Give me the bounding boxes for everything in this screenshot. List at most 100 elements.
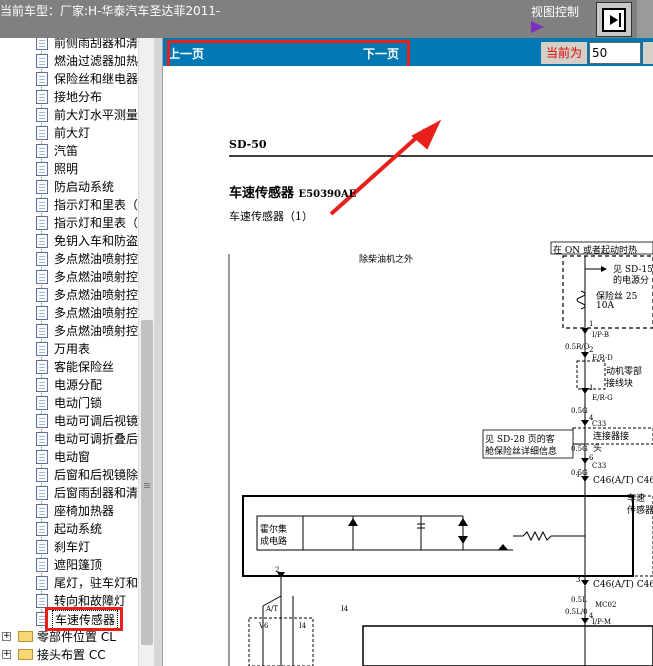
document-icon [36, 72, 48, 86]
document-icon [36, 198, 48, 212]
current-page-label: 当前为 [541, 42, 587, 64]
view-control-label: 视图控制 [531, 5, 580, 19]
document-icon [36, 522, 48, 536]
document-icon [36, 396, 48, 410]
tree-item[interactable]: 前大灯 [0, 124, 138, 142]
selected-item-highlight [45, 607, 123, 631]
tree-item[interactable]: 多点燃油喷射控 [0, 304, 138, 322]
connector-2-pin: E/R-D [592, 354, 613, 362]
document-icon [36, 38, 48, 50]
connector-8-pin: I/P-M [592, 618, 611, 626]
tree-item[interactable]: 电动可调折叠后 [0, 430, 138, 448]
navigation-tree: 前侧雨刮器和清燃油过滤器加热保险丝和继电器 接地分布前大灯水平测量前大灯 汽笛 照明防… [0, 38, 138, 666]
tree-item[interactable]: 多点燃油喷射控 [0, 286, 138, 304]
vehicle-title: 当前车型：厂家:H-华泰汽车圣达菲2011- [0, 4, 221, 18]
tree-item[interactable]: 刹车灯 [0, 538, 138, 556]
wire-7: 0.5L [571, 596, 587, 604]
tree-scrollbar[interactable] [138, 38, 154, 666]
tree-item-label: 电动可调折叠后 [54, 432, 138, 446]
tree-item-label: 防启动系统 [54, 180, 115, 194]
tree-item[interactable]: 遮阳篷顶 [0, 556, 138, 574]
wire-1: 0.5R/O [565, 343, 590, 351]
pane-splitter[interactable] [154, 38, 163, 666]
sensor-note2: 传感器 [627, 506, 653, 516]
at-label: A/T [266, 605, 279, 613]
tree-item[interactable]: 电源分配 [0, 376, 138, 394]
tree-item[interactable]: 尾灯，驻车灯和 [0, 574, 138, 592]
page-number-input[interactable] [589, 42, 641, 64]
view-control-button[interactable] [596, 2, 632, 37]
connector-6: 1 [576, 471, 581, 479]
folder-icon [18, 631, 33, 642]
mc02-label: MC02 [595, 601, 617, 609]
tree-item-label: 免钥入车和防盗 [54, 234, 138, 248]
tree-item-label: 座椅加热器 [54, 504, 115, 518]
tree-item[interactable]: 免钥入车和防盗 [0, 232, 138, 250]
tree-item[interactable]: 指示灯和里表（ [0, 214, 138, 232]
tree-item[interactable]: 多点燃油喷射控 [0, 250, 138, 268]
ref2b: 舱保险丝详细信息 [485, 447, 558, 457]
tree-item-label: 后窗雨刮器和清 [54, 486, 138, 500]
connector-2: 2 [589, 346, 594, 354]
tree-item[interactable]: 座椅加热器 [0, 502, 138, 520]
tree-item-label: 前侧雨刮器和清 [54, 38, 138, 50]
tree-item[interactable]: 前侧雨刮器和清 [0, 38, 138, 52]
document-icon [36, 468, 48, 482]
scrollbar-grip-icon [144, 483, 150, 484]
document-icon [36, 234, 48, 248]
document-icon [36, 576, 48, 590]
tree-item-label: 电源分配 [54, 378, 103, 392]
power-note: 在 ON 或者起动时热 [553, 246, 637, 256]
expand-icon[interactable]: + [2, 632, 11, 641]
tree-item[interactable]: 燃油过滤器加热 [0, 52, 138, 70]
tree-item[interactable]: 前大灯水平测量 [0, 106, 138, 124]
tree-item[interactable]: 客能保险丝 [0, 358, 138, 376]
document-icon [36, 54, 48, 68]
document-icon [36, 288, 48, 302]
document-title-text: 车速传感器 [229, 186, 295, 201]
tree-item[interactable]: 指示灯和里表（ [0, 196, 138, 214]
document-icon [36, 216, 48, 230]
tree-item[interactable]: 电动可调后视镜 [0, 412, 138, 430]
tree-item[interactable]: 汽笛 [0, 142, 138, 160]
play-icon[interactable] [531, 21, 544, 33]
document-icon [36, 342, 48, 356]
wire-3: 0.5G [571, 407, 588, 415]
document-icon [36, 594, 48, 608]
tree-item-label: 接地分布 [54, 90, 103, 104]
connector-1: 1 [589, 320, 594, 328]
i4-label: I4 [299, 622, 307, 630]
folder-icon [18, 649, 33, 660]
document-icon [36, 162, 48, 176]
forward-end-icon [602, 7, 626, 32]
tree-item-label: 刹车灯 [54, 540, 91, 554]
tree-item[interactable]: 多点燃油喷射控 [0, 268, 138, 286]
document-icon [36, 378, 48, 392]
tree-item[interactable]: 电动窗 [0, 448, 138, 466]
document-icon [36, 306, 48, 320]
tree-item-label: 客能保险丝 [54, 360, 115, 374]
connector-5-pin: C33 [592, 462, 607, 470]
tree-item[interactable]: 后窗雨刮器和清 [0, 484, 138, 502]
wire-4: 0.5G [571, 445, 588, 453]
tree-item-label: 保险丝和继电器 [54, 72, 138, 86]
document-icon [36, 144, 48, 158]
document-title-code: E50390AE [298, 189, 357, 200]
tree-item[interactable]: 多点燃油喷射控 [0, 322, 138, 340]
tree-item-label: 前大灯水平测量 [54, 108, 138, 122]
tree-item[interactable]: 起动系统 [0, 520, 138, 538]
tree-item-label: 电动窗 [54, 450, 91, 464]
tree-item[interactable]: 电动门锁 [0, 394, 138, 412]
tree-item[interactable]: 接地分布 [0, 88, 138, 106]
tree-item[interactable]: 照明 [0, 160, 138, 178]
tree-item[interactable]: 万用表 [0, 340, 138, 358]
document-icon [36, 450, 48, 464]
title-bar: 当前车型：厂家:H-华泰汽车圣达菲2011- 视图控制 [0, 0, 653, 38]
tree-item[interactable]: 防启动系统 [0, 178, 138, 196]
tree-item[interactable]: 保险丝和继电器 [0, 70, 138, 88]
expand-icon[interactable]: + [2, 650, 11, 659]
tree-item[interactable]: 后窗和后视镜除 [0, 466, 138, 484]
connector-4-pin: C33 [592, 420, 607, 428]
document-icon [36, 324, 48, 338]
tree-folder[interactable]: + 接头布置 CC [0, 646, 138, 664]
